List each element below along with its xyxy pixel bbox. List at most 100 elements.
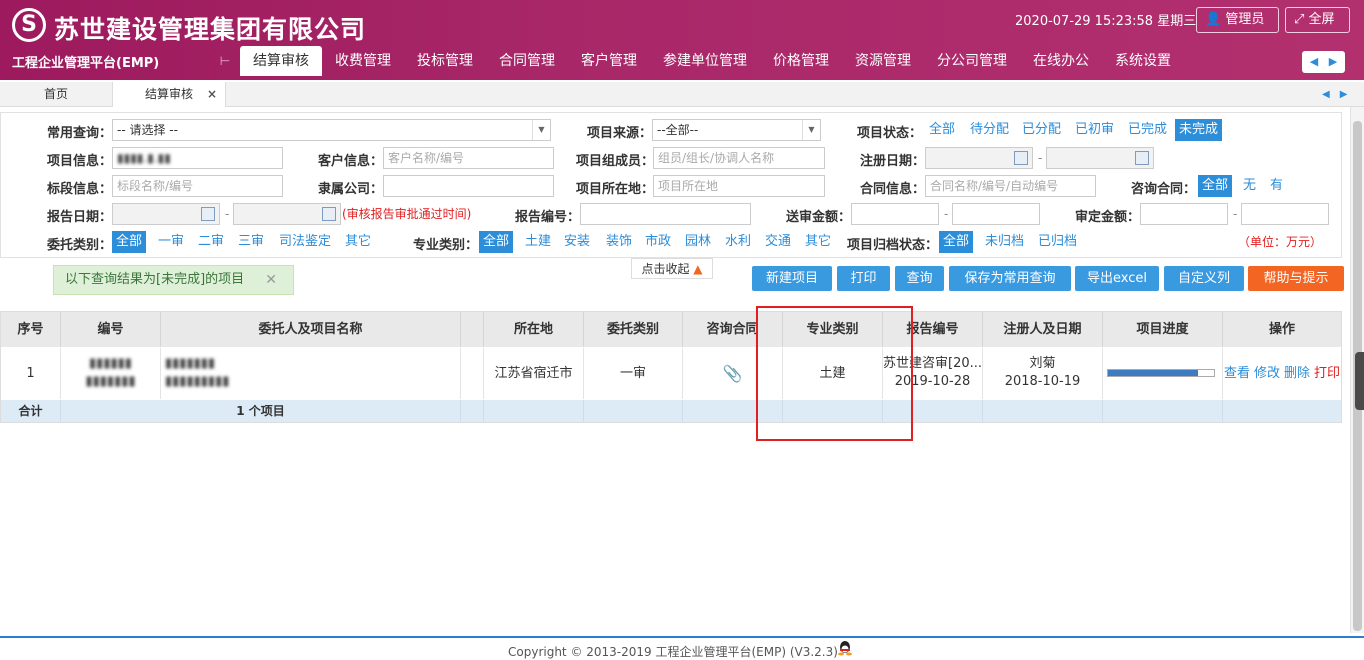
nav-item-resources[interactable]: 资源管理 bbox=[842, 46, 924, 76]
calendar-icon bbox=[322, 207, 336, 221]
print-button[interactable]: 打印 bbox=[837, 266, 890, 291]
register-date-label: 注册日期： bbox=[860, 154, 926, 169]
unit-note: （单位：万元） bbox=[1238, 235, 1323, 249]
contract-info-label: 合同信息： bbox=[860, 182, 926, 197]
approved-amount-from[interactable] bbox=[1140, 203, 1228, 225]
consult-option-none[interactable]: 无 bbox=[1239, 175, 1260, 197]
tab-home[interactable]: 首页 bbox=[0, 82, 112, 107]
nav-item-branches[interactable]: 分公司管理 bbox=[924, 46, 1020, 76]
nav-scroll-arrows[interactable]: ◀ ▶ bbox=[1302, 51, 1345, 73]
cell-code[interactable]: ▮▮▮▮▮▮ ▮▮▮▮▮▮▮ bbox=[61, 348, 161, 399]
nav-item-office[interactable]: 在线办公 bbox=[1020, 46, 1102, 76]
nav-item-prices[interactable]: 价格管理 bbox=[760, 46, 842, 76]
nav-item-settlement[interactable]: 结算审核 bbox=[240, 46, 322, 76]
approved-amount-to[interactable] bbox=[1241, 203, 1329, 225]
client-info-input[interactable]: 客户名称/编号 bbox=[383, 147, 554, 169]
nav-item-system[interactable]: 系统设置 bbox=[1102, 46, 1184, 76]
section-info-input[interactable]: 标段名称/编号 bbox=[112, 175, 283, 197]
help-button[interactable]: 帮助与提示 bbox=[1248, 266, 1344, 291]
profession-option-civil[interactable]: 土建 bbox=[521, 231, 555, 253]
location-input[interactable]: 项目所在地 bbox=[653, 175, 825, 197]
status-option-all[interactable]: 全部 bbox=[925, 119, 959, 141]
project-info-input[interactable]: ▮▮▮▮.▮.▮▮ bbox=[112, 147, 283, 169]
close-icon[interactable]: ✕ bbox=[265, 266, 277, 294]
profession-option-traffic[interactable]: 交通 bbox=[761, 231, 795, 253]
qq-icon[interactable] bbox=[836, 640, 854, 656]
progress-fill bbox=[1108, 370, 1199, 376]
col-header-spacer bbox=[461, 312, 484, 347]
status-option-reviewed[interactable]: 已初审 bbox=[1071, 119, 1118, 141]
arrow-left-icon[interactable]: ◀ bbox=[1310, 55, 1318, 68]
entrust-option-second[interactable]: 二审 bbox=[194, 231, 228, 253]
new-project-button[interactable]: 新建项目 bbox=[752, 266, 832, 291]
arrow-right-icon[interactable]: ▶ bbox=[1329, 55, 1337, 68]
nav-item-contracts[interactable]: 合同管理 bbox=[486, 46, 568, 76]
logo-icon: S bbox=[12, 8, 46, 42]
entrust-option-other[interactable]: 其它 bbox=[341, 231, 375, 253]
col-header-entrust: 委托类别 bbox=[584, 312, 683, 347]
client-info-label: 客户信息： bbox=[318, 154, 384, 169]
fullscreen-button[interactable]: ⤢ 全屏 bbox=[1285, 7, 1350, 33]
profession-option-all[interactable]: 全部 bbox=[479, 231, 514, 253]
calendar-icon bbox=[1014, 151, 1028, 165]
cell-ops: 查看 修改 删除 打印 bbox=[1223, 348, 1341, 399]
report-date-from[interactable] bbox=[112, 203, 220, 225]
archive-option-archived[interactable]: 已归档 bbox=[1034, 231, 1081, 253]
edit-link[interactable]: 修改 bbox=[1254, 366, 1280, 381]
delete-link[interactable]: 删除 bbox=[1284, 366, 1310, 381]
side-handle[interactable] bbox=[1355, 352, 1364, 410]
fullscreen-icon: ⤢ bbox=[1294, 12, 1305, 27]
submit-amount-from[interactable] bbox=[851, 203, 939, 225]
consult-option-all[interactable]: 全部 bbox=[1198, 175, 1233, 197]
entrust-option-first[interactable]: 一审 bbox=[154, 231, 188, 253]
profession-option-municipal[interactable]: 市政 bbox=[641, 231, 675, 253]
submit-amount-label: 送审金额： bbox=[786, 210, 852, 225]
report-date-to[interactable] bbox=[233, 203, 341, 225]
cell-name[interactable]: ▮▮▮▮▮▮▮ ▮▮▮▮▮▮▮▮▮ bbox=[161, 348, 461, 399]
register-date-from[interactable] bbox=[925, 147, 1033, 169]
nav-separator: ⊢ bbox=[219, 54, 231, 68]
nav-item-fees[interactable]: 收费管理 bbox=[322, 46, 404, 76]
report-date-label: 报告日期： bbox=[47, 210, 113, 225]
status-option-assigned[interactable]: 已分配 bbox=[1018, 119, 1065, 141]
status-option-pending[interactable]: 待分配 bbox=[966, 119, 1013, 141]
archive-option-all[interactable]: 全部 bbox=[939, 231, 974, 253]
print-link[interactable]: 打印 bbox=[1314, 366, 1340, 381]
tab-settlement[interactable]: 结算审核 × bbox=[112, 82, 226, 107]
collapse-button[interactable]: 点击收起 ▲ bbox=[631, 258, 713, 279]
entrust-option-third[interactable]: 三审 bbox=[234, 231, 268, 253]
members-input[interactable]: 组员/组长/协调人名称 bbox=[653, 147, 825, 169]
nav-item-clients[interactable]: 客户管理 bbox=[568, 46, 650, 76]
nav-item-bidding[interactable]: 投标管理 bbox=[404, 46, 486, 76]
admin-button[interactable]: 👤 管理员 bbox=[1196, 7, 1279, 33]
common-query-select[interactable]: -- 请选择 -- ▼ bbox=[112, 119, 551, 141]
source-select[interactable]: --全部-- ▼ bbox=[652, 119, 821, 141]
consult-option-yes[interactable]: 有 bbox=[1266, 175, 1287, 197]
custom-columns-button[interactable]: 自定义列 bbox=[1164, 266, 1244, 291]
profession-option-garden[interactable]: 园林 bbox=[681, 231, 715, 253]
location-label: 项目所在地： bbox=[576, 182, 655, 197]
cell-location: 江苏省宿迁市 bbox=[484, 348, 584, 399]
nav-item-partners[interactable]: 参建单位管理 bbox=[650, 46, 760, 76]
entrust-option-all[interactable]: 全部 bbox=[112, 231, 147, 253]
profession-option-other[interactable]: 其它 bbox=[801, 231, 835, 253]
register-date-to[interactable] bbox=[1046, 147, 1154, 169]
submit-amount-to[interactable] bbox=[952, 203, 1040, 225]
profession-option-decor[interactable]: 装饰 bbox=[602, 231, 636, 253]
entrust-option-judicial[interactable]: 司法鉴定 bbox=[275, 231, 335, 253]
chevron-down-icon: ▼ bbox=[802, 120, 820, 140]
query-button[interactable]: 查询 bbox=[895, 266, 944, 291]
archive-option-unarchived[interactable]: 未归档 bbox=[981, 231, 1028, 253]
export-excel-button[interactable]: 导出excel bbox=[1075, 266, 1159, 291]
profession-option-water[interactable]: 水利 bbox=[721, 231, 755, 253]
profession-option-install[interactable]: 安装 bbox=[560, 231, 594, 253]
report-no-input[interactable] bbox=[580, 203, 751, 225]
contract-info-input[interactable]: 合同名称/编号/自动编号 bbox=[925, 175, 1096, 197]
close-icon[interactable]: × bbox=[207, 87, 217, 101]
tab-scroll-arrows[interactable]: ◀▶ bbox=[1322, 82, 1357, 107]
company-input[interactable] bbox=[383, 175, 554, 197]
save-query-button[interactable]: 保存为常用查询 bbox=[949, 266, 1071, 291]
view-link[interactable]: 查看 bbox=[1224, 366, 1250, 381]
status-option-completed[interactable]: 已完成 bbox=[1124, 119, 1171, 141]
status-option-incomplete[interactable]: 未完成 bbox=[1175, 119, 1223, 141]
